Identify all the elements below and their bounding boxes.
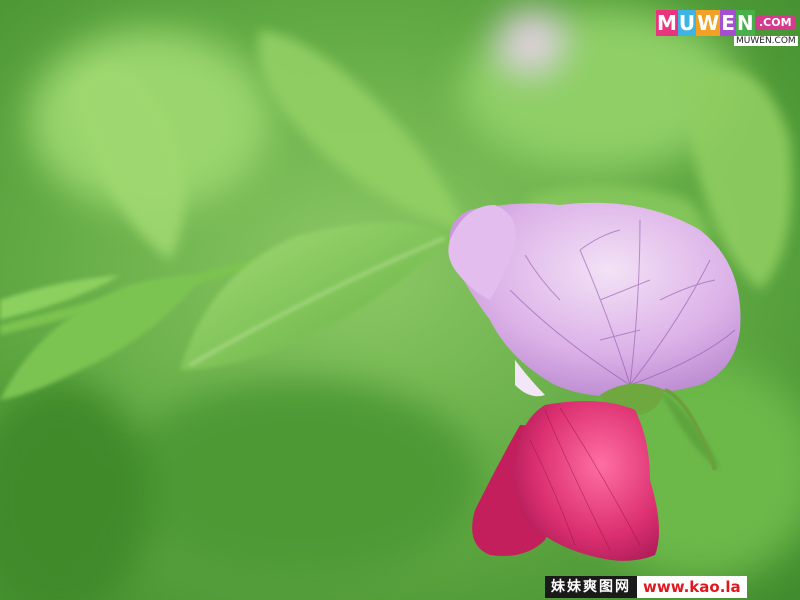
watermark-letter: U [677, 10, 697, 36]
watermark-suffix: .COM [756, 16, 795, 30]
watermark-url: www.kao.la [637, 576, 747, 598]
photo-scene: M U W E N .COM MUWEN.COM 妹妹爽图网 www.kao.l… [0, 0, 800, 600]
watermark-letter: W [696, 10, 721, 36]
flower-photo [0, 0, 800, 600]
watermark-letter: N [735, 10, 755, 36]
watermark-letter: M [656, 10, 678, 36]
watermark-domain: MUWEN.COM [734, 36, 798, 46]
watermark-logo-top: M U W E N .COM MUWEN.COM [656, 10, 798, 46]
watermark-bottom: 妹妹爽图网 www.kao.la [545, 576, 747, 598]
watermark-letter: E [720, 10, 736, 36]
watermark-letters: M U W E N [656, 10, 755, 36]
watermark-cn-text: 妹妹爽图网 [545, 576, 637, 598]
